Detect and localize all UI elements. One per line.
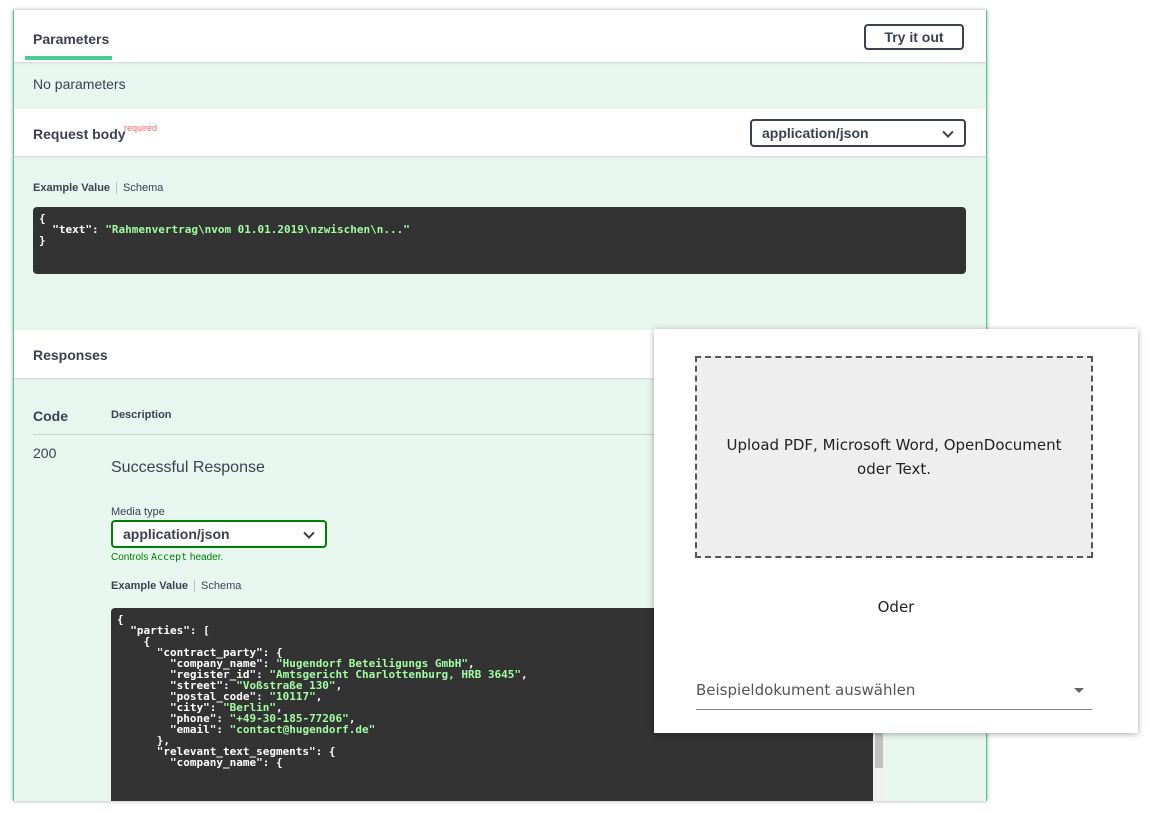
responses-title: Responses [33, 347, 108, 363]
column-header-code: Code [33, 408, 68, 424]
code-line: } [39, 234, 46, 247]
tab-active-indicator [25, 56, 112, 60]
tab-example-value[interactable]: Example Value [111, 580, 188, 592]
request-content-type-value: application/json [762, 125, 869, 141]
response-media-type-value: application/json [123, 526, 230, 542]
chevron-down-icon [942, 126, 954, 138]
tab-schema[interactable]: Schema [123, 182, 163, 194]
no-parameters-text: No parameters [33, 76, 126, 92]
code-scrollbar-thumb[interactable] [875, 728, 883, 768]
sample-document-select[interactable]: Beispieldokument auswählen [696, 673, 1092, 710]
tab-schema[interactable]: Schema [201, 580, 241, 592]
controls-accept-note: Controls Accept header. [111, 552, 224, 563]
or-separator: Oder [877, 598, 915, 616]
file-dropzone[interactable]: Upload PDF, Microsoft Word, OpenDocument… [695, 356, 1093, 558]
parameters-header: Parameters Try it out [14, 10, 986, 62]
code-line: "company_name": { [117, 756, 283, 769]
sample-document-placeholder: Beispieldokument auswählen [696, 681, 916, 699]
code-line: "text": "Rahmenvertrag\nvom 01.01.2019\n… [39, 223, 410, 236]
request-example-code: { "text": "Rahmenvertrag\nvom 01.01.2019… [33, 207, 966, 274]
request-body-header: Request body required application/json [14, 109, 986, 156]
request-example-tabs: Example Value Schema [33, 182, 163, 195]
tab-example-value[interactable]: Example Value [33, 182, 110, 194]
response-code: 200 [33, 445, 57, 461]
required-label: required [124, 123, 158, 133]
try-it-out-button[interactable]: Try it out [864, 24, 964, 50]
request-content-type-select[interactable]: application/json [750, 119, 966, 147]
upload-panel: Upload PDF, Microsoft Word, OpenDocument… [654, 329, 1138, 733]
response-description: Successful Response [111, 459, 265, 476]
column-header-description: Description [111, 409, 172, 421]
chevron-down-icon [303, 527, 315, 539]
response-example-tabs: Example Value Schema [111, 580, 241, 593]
tab-parameters[interactable]: Parameters [33, 31, 109, 47]
media-type-label: Media type [111, 506, 165, 518]
dropdown-arrow-icon [1074, 688, 1084, 693]
response-media-type-select[interactable]: application/json [111, 520, 327, 548]
code-string: "Rahmenvertrag\nvom 01.01.2019\nzwischen… [105, 223, 410, 236]
dropzone-text: Upload PDF, Microsoft Word, OpenDocument… [726, 436, 1062, 478]
request-body-title: Request body [33, 126, 126, 142]
